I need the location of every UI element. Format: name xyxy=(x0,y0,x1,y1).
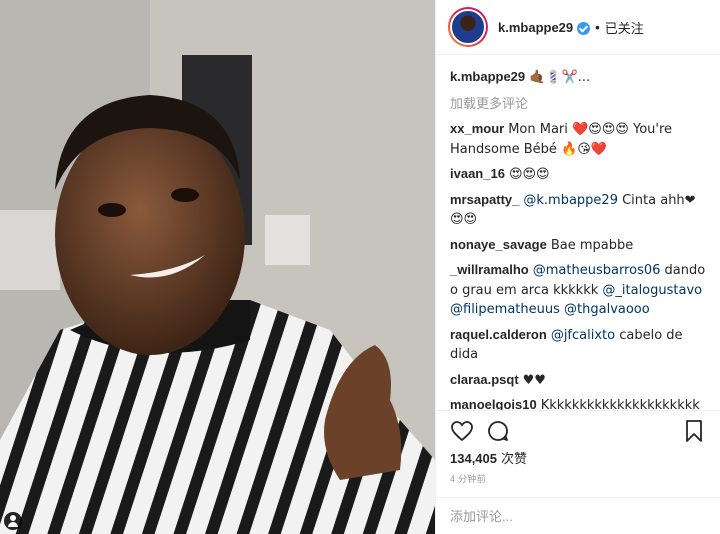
like-count[interactable]: 134,405 次赞 xyxy=(450,448,527,467)
mention-link[interactable]: @k.mbappe29 xyxy=(523,193,618,208)
mention-link[interactable]: @thgalvaooo xyxy=(564,302,650,317)
comment-item: ivaan_16 😍😍😍 xyxy=(450,165,706,185)
comment-item: raquel.calderon @jfcalixto cabelo de dida xyxy=(450,326,706,365)
avatar[interactable] xyxy=(448,7,488,47)
caption-text: 🤙🏾💈✂️... xyxy=(529,70,591,85)
mention-link[interactable]: @jfcalixto xyxy=(551,328,615,343)
comment-username[interactable]: _willramalho xyxy=(450,262,529,277)
comment-icon[interactable] xyxy=(486,419,510,443)
post-header: k.mbappe29 • 已关注 xyxy=(436,0,720,55)
caption: k.mbappe29 🤙🏾💈✂️... xyxy=(450,68,706,87)
caption-username[interactable]: k.mbappe29 xyxy=(450,69,525,84)
separator-dot: • xyxy=(595,19,600,35)
like-count-label: 次赞 xyxy=(501,451,528,466)
header-username[interactable]: k.mbappe29 xyxy=(498,20,573,35)
action-bar xyxy=(436,410,720,450)
post-image xyxy=(0,0,435,534)
load-more-comments-link[interactable]: 加载更多评论 xyxy=(450,93,706,112)
comments-list[interactable]: k.mbappe29 🤙🏾💈✂️... 加载更多评论 xx_mour Mon Mar… xyxy=(436,56,720,410)
add-comment-bar xyxy=(436,497,720,534)
comment-username[interactable]: mrsapatty_ xyxy=(450,192,519,207)
mention-link[interactable]: @_italogustavo xyxy=(602,283,702,298)
verified-badge-icon xyxy=(577,21,591,35)
follow-button[interactable]: 已关注 xyxy=(605,18,644,37)
comment-item: xx_mour Mon Mari ❤️😍😍😍 You're Handsome Bé… xyxy=(450,120,706,159)
avatar-image xyxy=(450,9,486,45)
comment-item: mrsapatty_ @k.mbappe29 Cinta ahh❤😍😍 xyxy=(450,191,706,230)
like-count-number: 134,405 xyxy=(450,451,497,466)
comment-username[interactable]: manoelgois10 xyxy=(450,397,537,410)
comment-username[interactable]: raquel.calderon xyxy=(450,327,547,342)
comment-text: Bae mpabbe xyxy=(550,237,634,253)
comment-item: _willramalho @matheusbarros06 dando o gra… xyxy=(450,261,706,320)
post-timestamp[interactable]: 4 分钟前 xyxy=(450,472,486,485)
comment-username[interactable]: nonaye_savage xyxy=(450,237,547,252)
user-tag-icon[interactable] xyxy=(4,512,22,530)
heart-icon[interactable] xyxy=(450,419,474,443)
mention-link[interactable]: @matheusbarros06 xyxy=(533,263,661,278)
post-photo[interactable] xyxy=(0,0,435,534)
bookmark-icon[interactable] xyxy=(682,419,706,443)
comment-username[interactable]: xx_mour xyxy=(450,121,504,136)
comment-item: claraa.psqt ♥♥ xyxy=(450,371,706,391)
comment-username[interactable]: ivaan_16 xyxy=(450,166,505,181)
mention-link[interactable]: @filipematheuus xyxy=(450,302,560,317)
post-side-panel: k.mbappe29 • 已关注 k.mbappe29 🤙🏾💈✂️... 加载更多… xyxy=(435,0,720,534)
comment-username[interactable]: claraa.psqt xyxy=(450,372,519,387)
comment-text: 😍😍😍 xyxy=(508,167,550,182)
comment-item: nonaye_savage Bae mpabbe xyxy=(450,236,706,256)
comment-text: ♥♥ xyxy=(522,372,546,388)
comment-item: manoelgois10Kkkkkkkkkkkkkkkkkkkkkkkkkkkk… xyxy=(450,396,706,410)
add-comment-input[interactable] xyxy=(450,498,706,534)
